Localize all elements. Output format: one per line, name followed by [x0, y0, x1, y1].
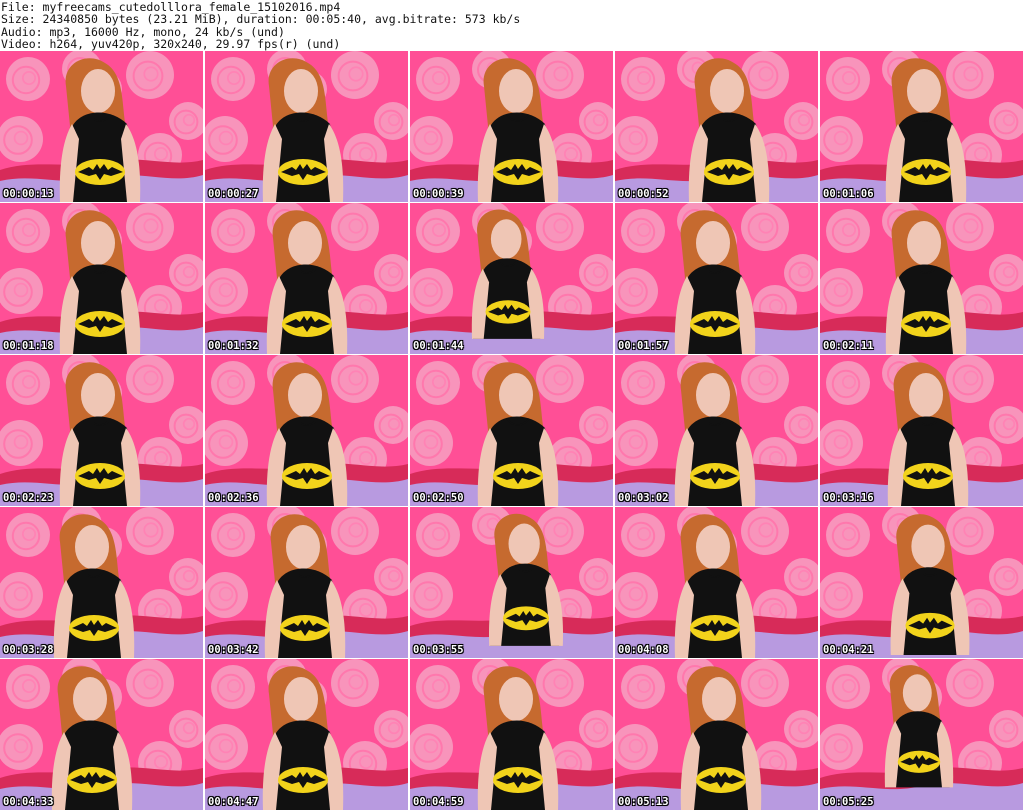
thumbnail-image — [0, 51, 203, 202]
thumbnail-image — [615, 355, 818, 506]
thumbnail-image — [410, 51, 613, 202]
thumbnail-timestamp: 00:00:27 — [208, 188, 259, 200]
thumbnail-image — [820, 507, 1023, 658]
video-thumbnail: 00:04:21 — [820, 507, 1023, 658]
video-thumbnail: 00:05:13 — [615, 659, 818, 810]
thumbnail-image — [820, 203, 1023, 354]
thumbnail-timestamp: 00:04:08 — [618, 644, 669, 656]
video-thumbnail: 00:01:32 — [205, 203, 408, 354]
thumbnail-image — [410, 203, 613, 354]
thumbnail-timestamp: 00:04:21 — [823, 644, 874, 656]
thumbnail-timestamp: 00:01:44 — [413, 340, 464, 352]
video-thumbnail: 00:04:33 — [0, 659, 203, 810]
thumbnail-timestamp: 00:02:11 — [823, 340, 874, 352]
thumbnail-image — [410, 507, 613, 658]
video-thumbnail: 00:00:27 — [205, 51, 408, 202]
video-thumbnail: 00:05:25 — [820, 659, 1023, 810]
video-thumbnail: 00:02:11 — [820, 203, 1023, 354]
thumbnail-image — [205, 51, 408, 202]
video-thumbnail: 00:04:08 — [615, 507, 818, 658]
thumbnail-grid: 00:00:13 00:00:27 00:00:39 00:00:52 00:0… — [0, 51, 1024, 811]
video-thumbnail: 00:00:39 — [410, 51, 613, 202]
thumbnail-image — [205, 507, 408, 658]
file-size-line: Size: 24340850 bytes (23.21 MiB), durati… — [1, 12, 521, 27]
video-thumbnail: 00:03:16 — [820, 355, 1023, 506]
thumbnail-image — [410, 659, 613, 810]
thumbnail-timestamp: 00:03:55 — [413, 644, 464, 656]
thumbnail-timestamp: 00:01:06 — [823, 188, 874, 200]
thumbnail-timestamp: 00:01:18 — [3, 340, 54, 352]
thumbnail-timestamp: 00:02:50 — [413, 492, 464, 504]
video-thumbnail: 00:02:23 — [0, 355, 203, 506]
thumbnail-timestamp: 00:04:33 — [3, 796, 54, 808]
thumbnail-timestamp: 00:01:57 — [618, 340, 669, 352]
thumbnail-timestamp: 00:01:32 — [208, 340, 259, 352]
thumbnail-image — [615, 659, 818, 810]
thumbnail-timestamp: 00:00:52 — [618, 188, 669, 200]
video-thumbnail: 00:02:50 — [410, 355, 613, 506]
thumbnail-image — [0, 203, 203, 354]
video-thumbnail: 00:01:18 — [0, 203, 203, 354]
thumbnail-timestamp: 00:03:16 — [823, 492, 874, 504]
video-info-line: Video: h264, yuv420p, 320x240, 29.97 fps… — [1, 37, 341, 52]
video-thumbnail: 00:00:13 — [0, 51, 203, 202]
thumbnail-image — [0, 507, 203, 658]
video-thumbnail: 00:03:42 — [205, 507, 408, 658]
thumbnail-image — [615, 203, 818, 354]
thumbnail-image — [205, 355, 408, 506]
thumbnail-image — [0, 659, 203, 810]
thumbnail-image — [205, 659, 408, 810]
video-thumbnail: 00:01:44 — [410, 203, 613, 354]
video-thumbnail: 00:03:02 — [615, 355, 818, 506]
thumbnail-timestamp: 00:03:28 — [3, 644, 54, 656]
thumbnail-image — [0, 355, 203, 506]
thumbnail-image — [820, 355, 1023, 506]
video-thumbnail: 00:00:52 — [615, 51, 818, 202]
video-thumbnail: 00:01:06 — [820, 51, 1023, 202]
video-thumbnail: 00:01:57 — [615, 203, 818, 354]
thumbnail-timestamp: 00:03:42 — [208, 644, 259, 656]
video-thumbnail: 00:03:28 — [0, 507, 203, 658]
thumbnail-timestamp: 00:02:23 — [3, 492, 54, 504]
thumbnail-timestamp: 00:04:47 — [208, 796, 259, 808]
thumbnail-timestamp: 00:00:39 — [413, 188, 464, 200]
thumbnail-timestamp: 00:05:25 — [823, 796, 874, 808]
thumbnail-timestamp: 00:00:13 — [3, 188, 54, 200]
thumbnail-image — [820, 51, 1023, 202]
thumbnail-timestamp: 00:04:59 — [413, 796, 464, 808]
thumbnail-image — [615, 51, 818, 202]
video-thumbnail: 00:04:59 — [410, 659, 613, 810]
video-thumbnail: 00:04:47 — [205, 659, 408, 810]
thumbnail-timestamp: 00:03:02 — [618, 492, 669, 504]
file-info-header: File: myfreecams_cutedolllora_female_151… — [0, 0, 1024, 52]
thumbnail-image — [205, 203, 408, 354]
thumbnail-timestamp: 00:05:13 — [618, 796, 669, 808]
video-thumbnail: 00:02:36 — [205, 355, 408, 506]
video-thumbnail: 00:03:55 — [410, 507, 613, 658]
thumbnail-timestamp: 00:02:36 — [208, 492, 259, 504]
thumbnail-image — [615, 507, 818, 658]
thumbnail-image — [820, 659, 1023, 810]
thumbnail-image — [410, 355, 613, 506]
